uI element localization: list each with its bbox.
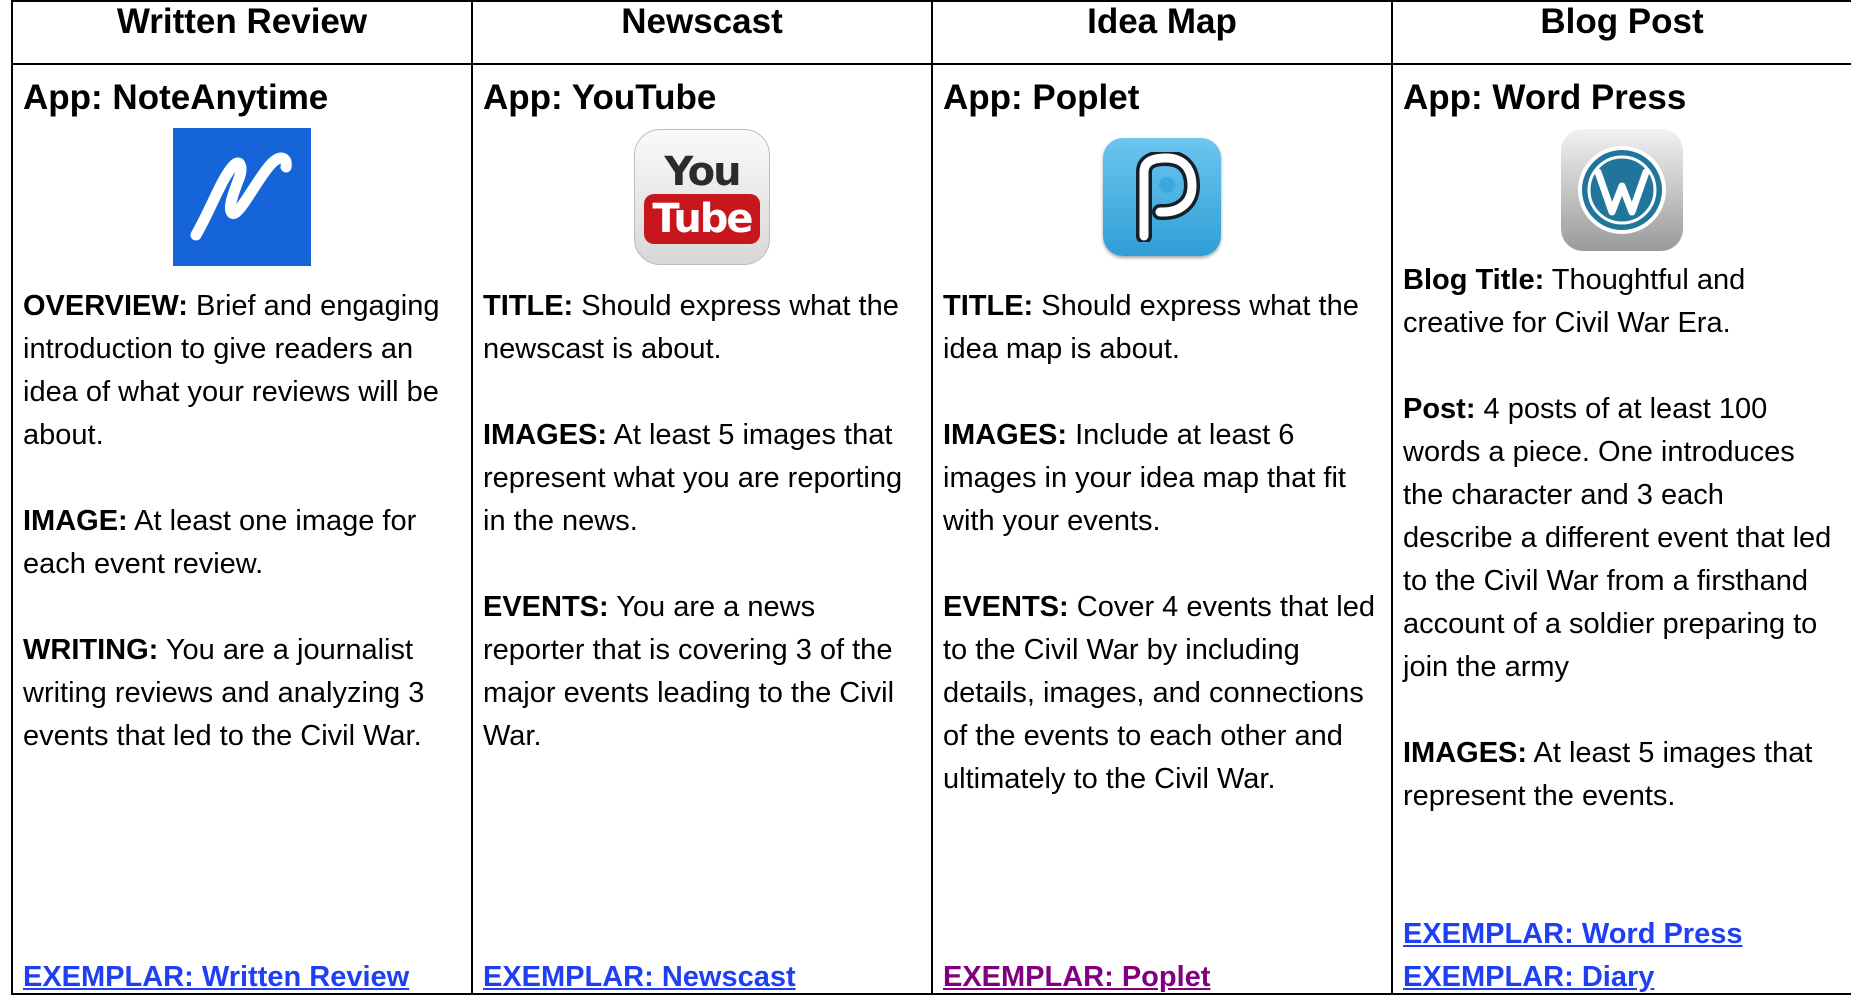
app-name: App: Word Press: [1403, 78, 1687, 117]
noteanytime-icon: [173, 128, 311, 266]
cell-newscast: App: YouTube You Tube TITLE: Should expr…: [471, 63, 933, 995]
paragraph-images: IMAGES: At least 5 images that represent…: [483, 414, 921, 543]
logo-container: [943, 127, 1381, 267]
poplet-icon: [1103, 138, 1221, 256]
paragraph-label: TITLE:: [943, 290, 1034, 322]
logo-container: [23, 127, 461, 267]
paragraph-text: 4 posts of at least 100 words a piece. O…: [1403, 393, 1832, 683]
paragraph-images: IMAGES: At least 5 images that represent…: [1403, 732, 1841, 818]
paragraph-title: TITLE: Should express what the idea map …: [943, 285, 1381, 371]
header-newscast: Newscast: [471, 0, 933, 65]
paragraph-title: TITLE: Should express what the newscast …: [483, 285, 921, 371]
paragraph-label: IMAGE:: [23, 505, 128, 537]
content-row: App: NoteAnytime OVERVIEW: Brief and eng…: [11, 63, 1851, 995]
exemplar-word-press-link[interactable]: EXEMPLAR: Word Press: [1403, 913, 1841, 956]
paragraph-label: EVENTS:: [483, 591, 609, 623]
paragraph-post: Post: 4 posts of at least 100 words a pi…: [1403, 388, 1841, 689]
exemplar-poplet-link[interactable]: EXEMPLAR: Poplet: [943, 956, 1381, 992]
app-name: App: NoteAnytime: [23, 78, 329, 117]
paragraph-events: EVENTS: Cover 4 events that led to the C…: [943, 586, 1381, 801]
paragraph-label: EVENTS:: [943, 591, 1069, 623]
paragraph-writing: WRITING: You are a journalist writing re…: [23, 629, 461, 758]
exemplar-newscast-link[interactable]: EXEMPLAR: Newscast: [483, 956, 921, 992]
cell-idea-map: App: Poplet TITLE: Should express what t…: [931, 63, 1393, 995]
paragraph-blog-title: Blog Title: Thoughtful and creative for …: [1403, 259, 1841, 345]
paragraph-label: IMAGES:: [1403, 737, 1528, 769]
paragraph-label: TITLE:: [483, 290, 574, 322]
links-container: EXEMPLAR: Written Review: [23, 956, 461, 992]
youtube-icon-top-text: You: [664, 149, 741, 195]
paragraph-label: IMAGES:: [943, 419, 1068, 451]
app-name: App: Poplet: [943, 78, 1140, 117]
exemplar-diary-link[interactable]: EXEMPLAR: Diary: [1403, 956, 1841, 992]
paragraph-label: WRITING:: [23, 634, 159, 666]
cell-content: App: NoteAnytime OVERVIEW: Brief and eng…: [23, 77, 461, 992]
links-container: EXEMPLAR: Newscast: [483, 956, 921, 992]
app-name: App: YouTube: [483, 78, 717, 117]
youtube-icon-bottom-text: Tube: [644, 194, 760, 244]
paragraph-images: IMAGES: Include at least 6 images in you…: [943, 414, 1381, 543]
header-blog-post: Blog Post: [1391, 0, 1851, 65]
logo-container: [1403, 127, 1841, 253]
header-written-review: Written Review: [11, 0, 473, 65]
youtube-icon: You Tube: [634, 129, 770, 265]
paragraph-image: IMAGE: At least one image for each event…: [23, 500, 461, 586]
cell-content: App: YouTube You Tube TITLE: Should expr…: [483, 77, 921, 992]
paragraph-label: OVERVIEW:: [23, 290, 188, 322]
header-row: Written Review Newscast Idea Map Blog Po…: [11, 0, 1851, 65]
paragraph-label: Post:: [1403, 393, 1476, 425]
exemplar-written-review-link[interactable]: EXEMPLAR: Written Review: [23, 956, 461, 992]
paragraph-events: EVENTS: You are a news reporter that is …: [483, 586, 921, 758]
assignment-table: Written Review Newscast Idea Map Blog Po…: [11, 0, 1851, 995]
header-idea-map: Idea Map: [931, 0, 1393, 65]
cell-written-review: App: NoteAnytime OVERVIEW: Brief and eng…: [11, 63, 473, 995]
paragraph-overview: OVERVIEW: Brief and engaging introductio…: [23, 285, 461, 457]
paragraph-label: IMAGES:: [483, 419, 608, 451]
cell-blog-post: App: Word Press Blog Title: Thoughtful a…: [1391, 63, 1851, 995]
logo-container: You Tube: [483, 127, 921, 267]
paragraph-label: Blog Title:: [1403, 264, 1545, 296]
links-container: EXEMPLAR: Poplet: [943, 956, 1381, 992]
cell-content: App: Poplet TITLE: Should express what t…: [943, 77, 1381, 992]
cell-content: App: Word Press Blog Title: Thoughtful a…: [1403, 77, 1841, 992]
links-container: EXEMPLAR: Word Press EXEMPLAR: Diary: [1403, 913, 1841, 992]
wordpress-icon: [1561, 129, 1683, 251]
